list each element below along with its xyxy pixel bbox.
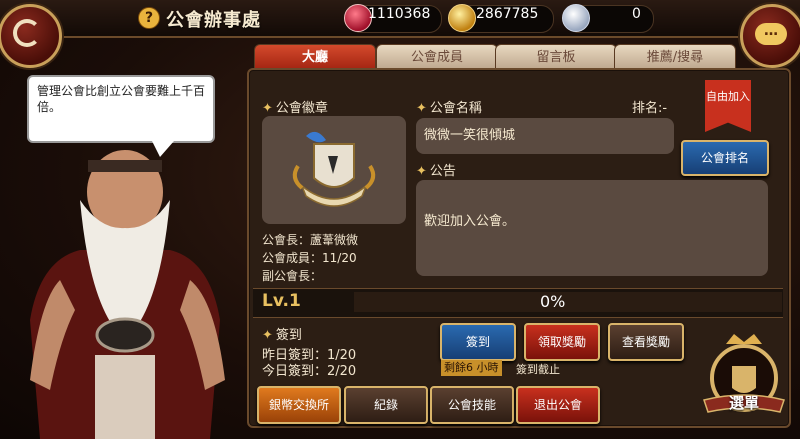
- emblem-label: ✦ 公會徽章: [262, 101, 328, 116]
- guild-skills-button[interactable]: 公會技能: [430, 386, 514, 424]
- refresh-icon: [13, 19, 41, 47]
- menu-label: 選單: [728, 394, 759, 412]
- npc-belt-buckle: [95, 317, 155, 353]
- guild-rank-button[interactable]: 公會排名: [681, 140, 769, 176]
- guild-leader: 公會長：蘆葦微微: [262, 233, 359, 247]
- claim-reward-button[interactable]: 領取獎勵: [524, 323, 600, 361]
- help-icon[interactable]: ?: [138, 7, 160, 29]
- level-progress-text: 0%: [540, 292, 566, 311]
- chat-button[interactable]: …: [740, 4, 800, 68]
- checkin-button[interactable]: 簽到: [440, 323, 516, 361]
- remaining-time-badge: 剩餘6 小時: [441, 360, 502, 376]
- npc-headband: [88, 160, 162, 172]
- crest-icon: [703, 334, 785, 413]
- chat-icon: …: [755, 23, 787, 45]
- guild-name-label: ✦ 公會名稱: [416, 101, 482, 116]
- npc-sash: [95, 355, 155, 439]
- notice-label: ✦ 公告: [416, 164, 456, 179]
- silver-exchange-button[interactable]: 銀幣交換所: [257, 386, 341, 424]
- emblem-box[interactable]: [262, 116, 406, 224]
- records-button[interactable]: 紀錄: [344, 386, 428, 424]
- diamond-value: 0: [632, 6, 641, 22]
- guild-name-field: 微微一笑很傾城: [416, 118, 674, 154]
- menu-button[interactable]: 選單: [700, 330, 788, 430]
- notice-field: 歡迎加入公會。: [416, 180, 768, 276]
- silver-diamond-icon: [562, 4, 590, 32]
- checkin-today: 今日簽到：2/20: [262, 364, 357, 379]
- refresh-button[interactable]: [0, 4, 62, 68]
- guild-member-count: 公會成員：11/20: [262, 251, 357, 265]
- speech-bubble-tail: [152, 141, 174, 157]
- ruby-value: 1110368: [368, 6, 431, 22]
- guild-level: Lv.1: [262, 291, 301, 311]
- gold-value: 2867785: [476, 6, 539, 22]
- view-reward-button[interactable]: 查看獎勵: [608, 323, 684, 361]
- guild-emblem-icon: [292, 131, 376, 207]
- rank-label: 排名:-: [632, 101, 668, 116]
- gold-crystal-icon: [448, 4, 476, 32]
- guild-master-npc: [30, 150, 225, 439]
- npc-speech-bubble: 管理公會比創立公會要難上千百倍。: [27, 75, 215, 143]
- checkin-deadline: 簽到截止: [516, 363, 560, 376]
- level-progress-track: [354, 292, 782, 312]
- page-title: 公會辦事處: [166, 10, 261, 31]
- leave-guild-button[interactable]: 退出公會: [516, 386, 600, 424]
- guild-vice-leader: 副公會長：: [262, 269, 323, 283]
- checkin-label: ✦ 簽到: [262, 328, 302, 343]
